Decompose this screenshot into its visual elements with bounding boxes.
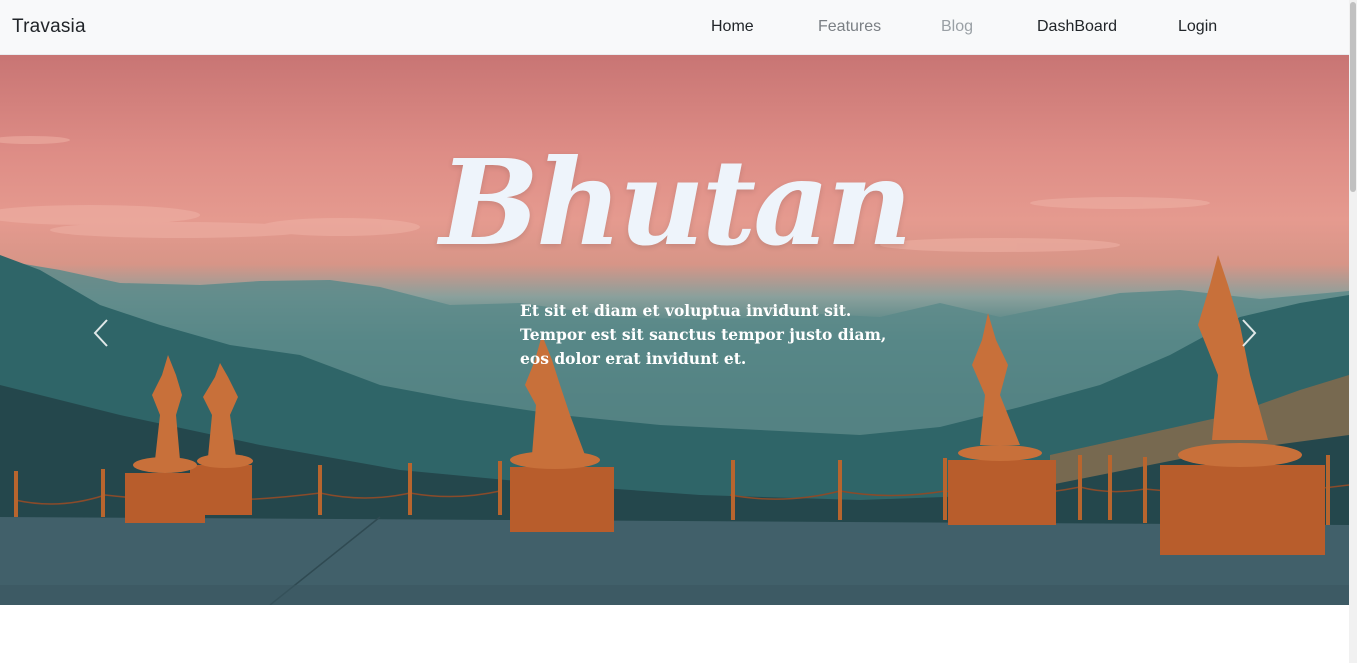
nav-features[interactable]: Features — [818, 18, 881, 36]
hero-text-line: Tempor est sit sanctus tempor justo diam… — [520, 325, 887, 344]
chevron-right-icon — [1242, 319, 1257, 347]
nav-home[interactable]: Home — [711, 18, 754, 36]
hero-text-line: eos dolor erat invidunt et. — [520, 349, 747, 368]
carousel-next-button[interactable] — [1229, 313, 1269, 353]
hero-carousel: Bhutan Et sit et diam et voluptua invidu… — [0, 55, 1349, 605]
scrollbar-thumb[interactable] — [1350, 2, 1356, 192]
carousel-prev-button[interactable] — [81, 313, 121, 353]
top-navbar: Travasia Home Features Blog DashBoard Lo… — [0, 0, 1349, 55]
nav-links: Home Features Blog DashBoard Login — [0, 18, 1349, 38]
page-scrollbar[interactable] — [1349, 0, 1357, 663]
hero-title: Bhutan — [439, 133, 912, 272]
nav-login[interactable]: Login — [1178, 18, 1217, 36]
chevron-left-icon — [93, 319, 108, 347]
nav-dashboard[interactable]: DashBoard — [1037, 18, 1117, 36]
nav-blog[interactable]: Blog — [941, 18, 973, 36]
hero-description: Et sit et diam et voluptua invidunt sit.… — [520, 299, 887, 371]
hero-text-line: Et sit et diam et voluptua invidunt sit. — [520, 301, 852, 320]
